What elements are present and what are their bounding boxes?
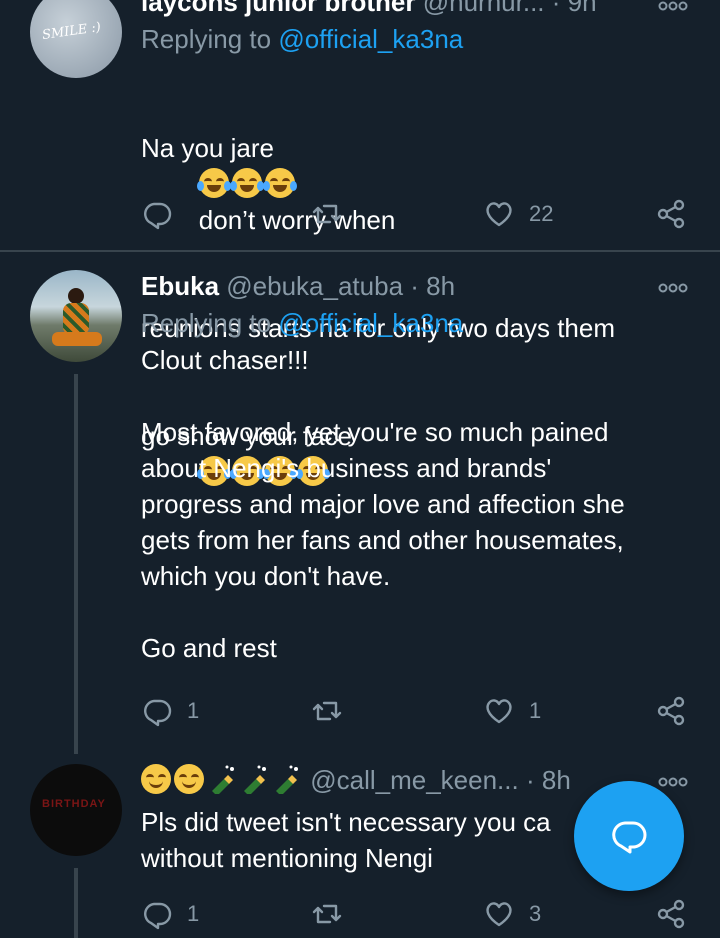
tweet-actions: 22	[141, 196, 691, 232]
handle[interactable]: @call_me_keen...	[310, 765, 519, 795]
champagne-bottle-emoji	[212, 765, 234, 794]
tweet-2[interactable]: Ebuka @ebuka_atuba · 8h Replying to @off…	[0, 252, 720, 754]
share-icon	[657, 199, 685, 229]
avatar-text: SMILE :)	[41, 19, 102, 44]
replying-to: Replying to @official_ka3na	[141, 24, 464, 54]
reply-icon	[144, 202, 172, 230]
reply-icon	[144, 699, 172, 727]
avatar[interactable]: BIRTHDAY	[30, 764, 122, 856]
like-button[interactable]: 3	[483, 896, 541, 932]
display-name[interactable]: laycons junior brother	[141, 0, 416, 17]
tweet-actions: 1 3	[141, 896, 691, 932]
share-button[interactable]	[655, 693, 687, 729]
display-name[interactable]: Ebuka	[141, 271, 219, 301]
display-name[interactable]	[141, 764, 310, 795]
handle[interactable]: @nurnur...	[423, 0, 545, 17]
like-icon	[486, 699, 512, 724]
share-button[interactable]	[655, 196, 687, 232]
avatar[interactable]: SMILE :)	[30, 0, 122, 78]
timestamp[interactable]: 8h	[542, 765, 571, 795]
timestamp[interactable]: 8h	[426, 271, 455, 301]
thread-line	[74, 868, 78, 938]
replying-to: Replying to @official_ka3na	[141, 308, 464, 338]
thread-line	[74, 374, 78, 754]
retweet-icon	[312, 204, 342, 224]
tweet-body: Clout chaser!!! Most favored, yet you're…	[141, 345, 625, 663]
mention-link[interactable]: @official_ka3na	[278, 308, 463, 338]
share-icon	[657, 899, 685, 929]
handle[interactable]: @ebuka_atuba	[226, 271, 403, 301]
reply-icon	[144, 902, 172, 930]
mention-link[interactable]: @official_ka3na	[278, 24, 463, 54]
avatar-text: BIRTHDAY	[42, 798, 106, 810]
like-button[interactable]: 22	[483, 196, 553, 232]
tweet-header: Ebuka @ebuka_atuba · 8h	[141, 271, 456, 301]
compose-reply-button[interactable]	[574, 781, 684, 891]
avatar[interactable]	[30, 270, 122, 362]
retweet-icon	[312, 701, 342, 721]
tweet-header: laycons junior brother @nurnur... · 9h	[141, 0, 681, 18]
like-button[interactable]: 1	[483, 693, 541, 729]
retweet-button[interactable]	[311, 196, 343, 232]
compose-icon	[612, 821, 647, 854]
champagne-bottle-emoji	[276, 765, 298, 794]
share-icon	[657, 696, 685, 726]
timestamp[interactable]: 9h	[568, 0, 597, 17]
relieved-face-emoji	[141, 764, 171, 794]
like-icon	[486, 202, 512, 227]
champagne-bottle-emoji	[244, 765, 266, 794]
retweet-icon	[312, 904, 342, 924]
more-icon[interactable]	[658, 282, 688, 294]
avatar-figure	[68, 288, 84, 304]
tweet-actions: 1 1	[141, 693, 691, 729]
reply-button[interactable]: 1	[141, 693, 199, 729]
retweet-button[interactable]	[311, 693, 343, 729]
more-icon[interactable]	[658, 776, 688, 788]
emoji-laughing-tears	[196, 168, 298, 199]
retweet-button[interactable]	[311, 896, 343, 932]
relieved-face-emoji	[174, 764, 204, 794]
more-icon[interactable]	[658, 0, 688, 12]
reply-button[interactable]: 1	[141, 896, 199, 932]
share-button[interactable]	[655, 896, 687, 932]
like-icon	[486, 902, 512, 927]
tweet-1[interactable]: SMILE :) laycons junior brother @nurnur.…	[0, 0, 720, 486]
reply-button[interactable]	[141, 196, 187, 232]
